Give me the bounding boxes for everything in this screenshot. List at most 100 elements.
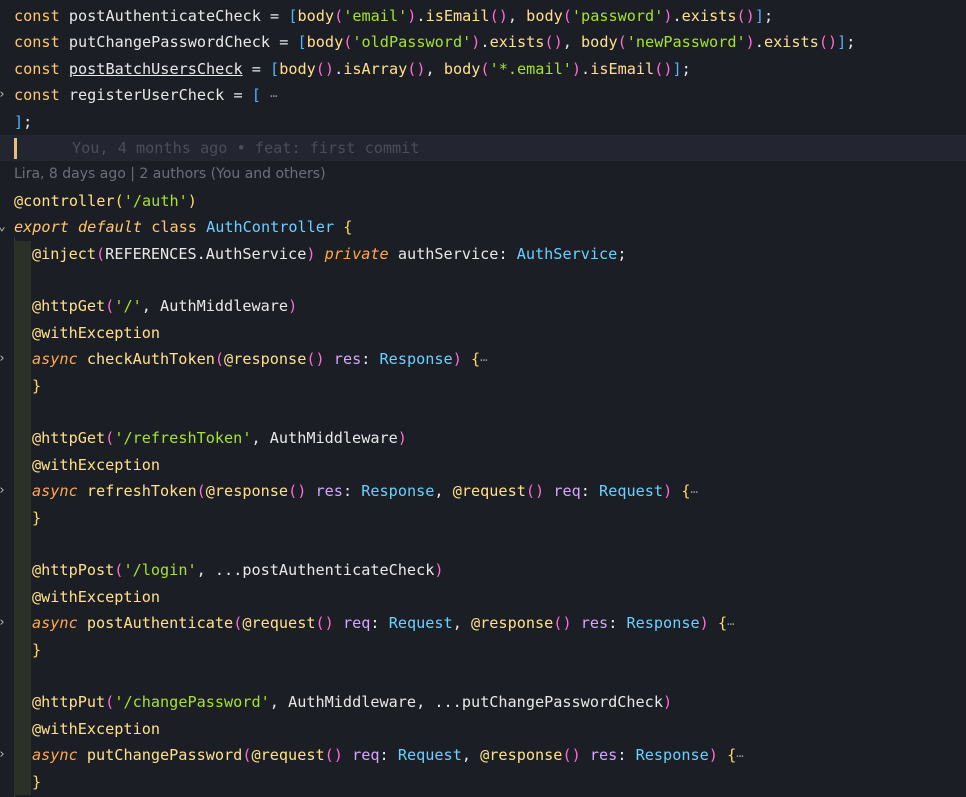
code-line-5[interactable]: ]; — [0, 109, 966, 135]
identifier: authService — [397, 244, 499, 263]
code-line-4[interactable]: › const registerUserCheck = [ ⋯ — [0, 82, 966, 108]
code-line-28[interactable]: › async putChangePassword(@request() req… — [0, 742, 966, 769]
code-line-27[interactable]: @withException — [0, 715, 966, 743]
indent-guide-block — [14, 346, 31, 373]
code-line-3[interactable]: const postBatchUsersCheck = [body().isAr… — [0, 56, 966, 82]
code-line-8[interactable]: ⌄ export default class AuthController { — [0, 214, 966, 240]
function-call: body — [297, 7, 335, 25]
code-editor[interactable]: const postAuthenticateCheck = [body('ema… — [0, 0, 966, 797]
code-line-22[interactable]: @withException — [0, 583, 966, 611]
inline-blame-annotation: You, 4 months ago • feat: first commit — [72, 139, 420, 157]
string-literal: '/login' — [123, 561, 197, 580]
code-line-9[interactable]: @inject(REFERENCES.AuthService) private … — [0, 240, 966, 267]
code-line-21[interactable]: @httpPost('/login', ...postAuthenticateC… — [0, 557, 966, 584]
identifier: AuthMiddleware — [269, 429, 398, 448]
code-line-15[interactable] — [0, 399, 966, 426]
identifier: AuthMiddleware — [288, 693, 417, 712]
chevron-right-icon[interactable]: › — [0, 82, 10, 108]
chevron-right-icon[interactable]: › — [0, 610, 10, 636]
code-line-14[interactable]: } — [0, 372, 966, 399]
code-line-26[interactable]: @httpPut('/changePassword', AuthMiddlewa… — [0, 689, 966, 716]
code-line-20[interactable] — [0, 531, 966, 558]
code-line-16[interactable]: @httpGet('/refreshToken', AuthMiddleware… — [0, 425, 966, 452]
chevron-right-icon[interactable]: › — [0, 346, 10, 372]
keyword-async: async — [32, 482, 78, 501]
decorator: @request — [242, 614, 316, 633]
decorator: @withException — [32, 719, 161, 738]
identifier: postAuthenticateCheck — [242, 561, 435, 580]
decorator: @response — [471, 614, 554, 633]
folded-ellipsis[interactable]: ⋯ — [727, 617, 734, 631]
indent-guide-block — [14, 531, 31, 558]
folded-ellipsis[interactable]: ⋯ — [270, 89, 277, 103]
code-line-29[interactable]: } — [0, 768, 966, 795]
keyword-private: private — [324, 244, 389, 263]
indent-guide-block — [14, 240, 31, 267]
keyword-const: const — [14, 33, 60, 52]
identifier: REFERENCES — [105, 244, 197, 263]
decorator: @withException — [32, 455, 161, 474]
type-name: Request — [388, 614, 453, 633]
code-line-13[interactable]: › async checkAuthToken(@response() res: … — [0, 346, 966, 373]
chevron-down-icon[interactable]: ⌄ — [0, 214, 10, 240]
spread-operator: ... — [214, 561, 243, 580]
indent-guide-block — [14, 715, 31, 743]
indent-guide-block — [14, 399, 31, 426]
code-line-25[interactable] — [0, 663, 966, 690]
code-line-23[interactable]: › async postAuthenticate(@request() req:… — [0, 610, 966, 637]
code-line-10[interactable] — [0, 267, 966, 294]
folded-ellipsis[interactable]: ⋯ — [480, 353, 487, 367]
operator: = — [242, 59, 271, 78]
decorator: @response — [480, 746, 563, 765]
indent-guide-block — [14, 768, 31, 795]
identifier: postAuthenticateCheck — [68, 7, 261, 25]
function-call: body — [306, 33, 344, 52]
method-call: isEmail — [425, 7, 490, 25]
decorator: @controller — [14, 191, 115, 210]
indent-guide-block — [14, 319, 31, 347]
folded-ellipsis[interactable]: ⋯ — [736, 749, 743, 763]
chevron-right-icon[interactable]: › — [0, 478, 10, 504]
identifier: registerUserCheck — [68, 86, 225, 105]
code-line-1[interactable]: const postAuthenticateCheck = [body('ema… — [0, 3, 966, 29]
code-line-19[interactable]: } — [0, 504, 966, 531]
code-line-2[interactable]: const putChangePasswordCheck = [body('ol… — [0, 29, 966, 55]
code-line-24[interactable]: } — [0, 636, 966, 663]
parameter: res — [333, 350, 362, 369]
chevron-right-icon[interactable]: › — [0, 742, 10, 768]
keyword-class: class — [151, 218, 197, 237]
decorator: @response — [224, 350, 307, 369]
decorator: @inject — [32, 244, 97, 263]
code-line-17[interactable]: @withException — [0, 451, 966, 479]
code-line-18[interactable]: › async refreshToken(@response() res: Re… — [0, 478, 966, 505]
keyword-const: const — [14, 86, 60, 105]
code-line-6-active[interactable]: You, 4 months ago • feat: first commit — [0, 135, 966, 162]
keyword-async: async — [32, 350, 78, 369]
method-call: exists — [763, 33, 819, 52]
decorator: @response — [205, 482, 289, 501]
operator: = — [224, 86, 252, 105]
codelens[interactable]: Lira, 8 days ago | 2 authors (You and ot… — [0, 161, 966, 187]
parameter: req — [352, 746, 380, 765]
method-name: postAuthenticate — [86, 614, 234, 633]
code-line-7[interactable]: @controller('/auth') — [0, 188, 966, 214]
indent-guide-block — [14, 267, 31, 294]
class-name: AuthController — [206, 218, 335, 237]
identifier: AuthService — [205, 244, 307, 263]
string-literal: '*.email' — [489, 59, 572, 78]
code-line-12[interactable]: @withException — [0, 319, 966, 347]
parameter: res — [580, 614, 609, 633]
code-line-11[interactable]: @httpGet('/', AuthMiddleware) — [0, 293, 966, 320]
indent-guide-block — [14, 504, 31, 531]
type-name: Request — [599, 482, 664, 501]
method-name: refreshToken — [86, 482, 197, 501]
indent-guide-block — [14, 742, 31, 769]
folded-ellipsis[interactable]: ⋯ — [691, 485, 698, 499]
indent-guide-block — [14, 583, 31, 611]
keyword-default: default — [78, 218, 143, 237]
type-name: Response — [635, 746, 709, 765]
codelens-authors[interactable]: Lira, 8 days ago | 2 authors (You and ot… — [14, 161, 326, 187]
type-name: Response — [361, 482, 435, 501]
type-name: AuthService — [516, 244, 618, 263]
indent-guide-block — [14, 372, 31, 399]
